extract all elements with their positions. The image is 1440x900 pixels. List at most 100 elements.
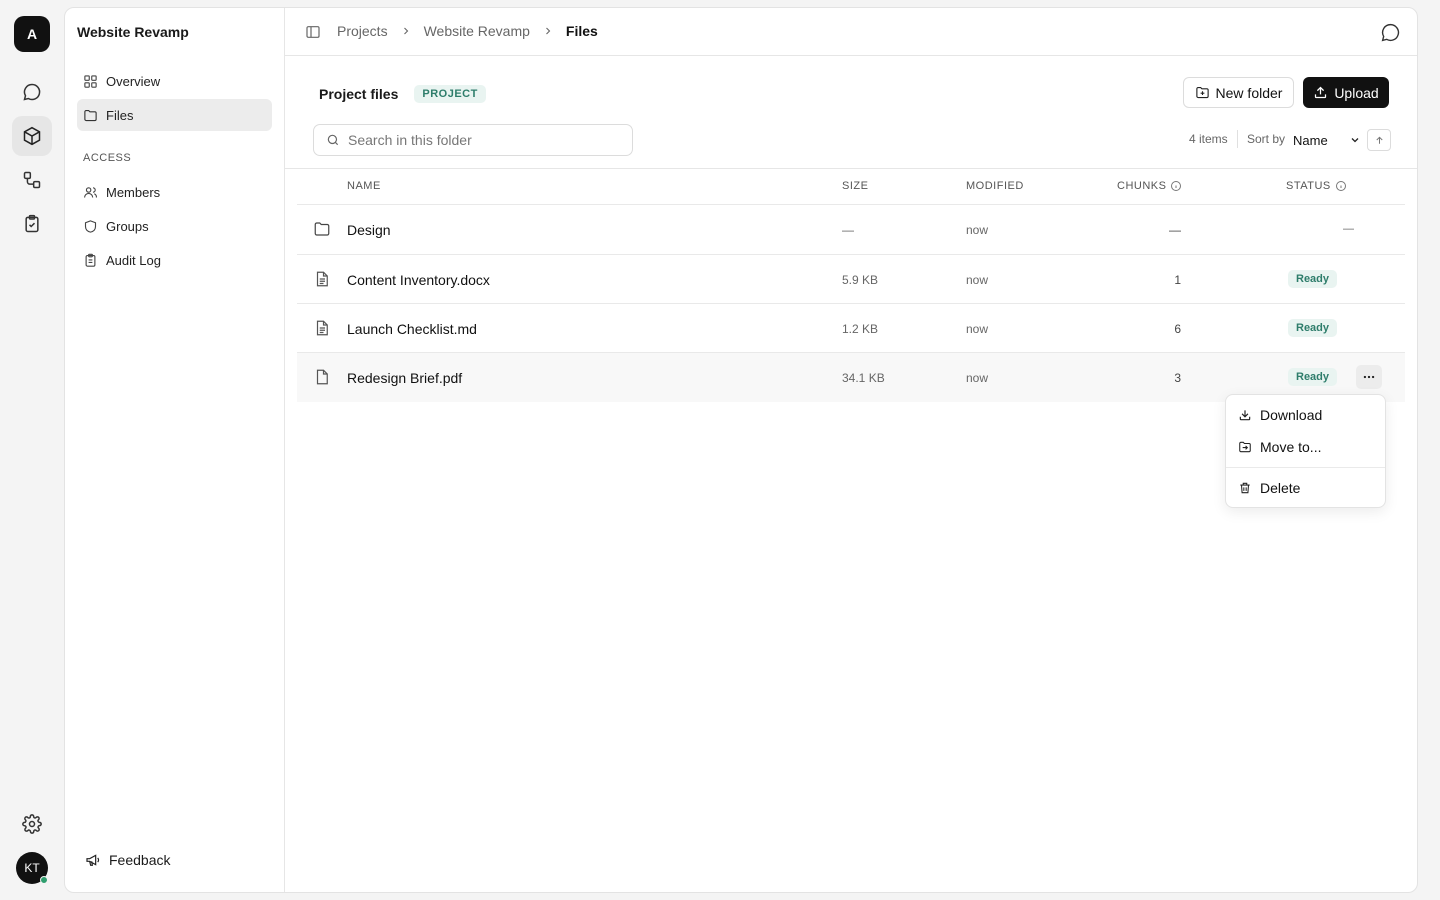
tasks-nav-button[interactable] — [12, 204, 52, 244]
status-badge: Ready — [1288, 368, 1338, 386]
search-field[interactable] — [313, 124, 633, 156]
table-row[interactable]: Design — now — — — [297, 205, 1405, 254]
upload-icon — [1315, 86, 1327, 99]
folder-icon — [84, 109, 97, 121]
shield-icon — [84, 219, 97, 233]
column-header-chunks[interactable]: CHUNKS — [1117, 180, 1182, 192]
clipboard-check-icon — [25, 214, 39, 233]
search-icon — [327, 134, 339, 146]
presence-indicator — [40, 876, 48, 884]
upload-button[interactable]: Upload — [1303, 77, 1389, 108]
app-rail: A KT — [0, 0, 64, 900]
settings-button[interactable] — [12, 804, 52, 844]
file-name[interactable]: Redesign Brief.pdf — [347, 370, 462, 386]
table-row[interactable]: Content Inventory.docx 5.9 KB now 1 Read… — [297, 255, 1405, 304]
chat-toggle-button[interactable] — [1380, 22, 1401, 48]
sidebar-item-files[interactable]: Files — [77, 99, 272, 131]
item-count: 4 items — [1189, 132, 1228, 146]
trash-icon — [1240, 482, 1250, 494]
file-size: 5.9 KB — [842, 273, 879, 287]
breadcrumb: Projects Website Revamp Files — [337, 23, 598, 39]
file-icon — [313, 368, 331, 391]
move-icon — [1239, 441, 1251, 453]
row-context-menu: Download Move to... Delete — [1225, 394, 1386, 508]
more-horizontal-icon — [1363, 375, 1375, 379]
sidebar-item-groups[interactable]: Groups — [77, 210, 272, 242]
chat-nav-button[interactable] — [12, 72, 52, 112]
sidebar-item-label: Files — [106, 107, 134, 123]
new-folder-label: New folder — [1215, 84, 1283, 101]
clipboard-icon — [85, 253, 96, 267]
file-size: 34.1 KB — [842, 371, 885, 385]
workflow-nav-button[interactable] — [12, 160, 52, 200]
file-chunks: 3 — [1174, 371, 1181, 385]
row-actions-button[interactable] — [1356, 365, 1382, 389]
new-folder-button[interactable]: New folder — [1183, 77, 1294, 108]
upload-label: Upload — [1334, 84, 1379, 101]
top-bar: Projects Website Revamp Files — [285, 8, 1417, 56]
file-modified: now — [966, 371, 989, 385]
chat-bubble-icon — [1381, 23, 1400, 42]
project-sidebar: Website Revamp Overview Files ACCESS Mem… — [65, 8, 285, 892]
divider — [1237, 130, 1238, 148]
info-icon — [1171, 181, 1182, 191]
file-modified: now — [966, 322, 989, 336]
column-header-size[interactable]: SIZE — [842, 180, 868, 192]
sidebar-item-members[interactable]: Members — [77, 176, 272, 208]
workspace-logo[interactable]: A — [14, 16, 50, 52]
project-title: Website Revamp — [77, 24, 189, 40]
feedback-button[interactable]: Feedback — [85, 852, 170, 868]
sidebar-section-access: ACCESS — [83, 152, 132, 164]
breadcrumb-website-revamp[interactable]: Website Revamp — [424, 23, 530, 39]
info-icon — [1335, 181, 1346, 191]
chevron-right-icon — [542, 25, 554, 37]
menu-item-download[interactable]: Download — [1230, 401, 1381, 429]
document-icon — [313, 270, 331, 293]
menu-item-delete[interactable]: Delete — [1230, 474, 1381, 502]
megaphone-icon — [86, 854, 100, 866]
sidebar-panel-icon — [306, 26, 320, 38]
menu-item-move[interactable]: Move to... — [1230, 433, 1381, 461]
menu-item-label: Download — [1260, 407, 1323, 423]
sidebar-item-overview[interactable]: Overview — [77, 65, 272, 97]
column-header-name[interactable]: NAME — [347, 180, 381, 192]
chevron-down-icon — [1351, 138, 1359, 143]
sidebar-item-audit-log[interactable]: Audit Log — [77, 244, 272, 276]
status-badge: Ready — [1288, 319, 1338, 337]
sort-direction-button[interactable] — [1367, 129, 1391, 151]
menu-item-label: Delete — [1260, 480, 1301, 496]
gear-icon — [22, 814, 42, 834]
column-header-modified[interactable]: MODIFIED — [966, 180, 1024, 192]
files-header: Project files PROJECT — [319, 85, 486, 103]
chat-icon — [23, 83, 41, 101]
file-chunks: 1 — [1174, 273, 1181, 287]
column-header-status[interactable]: STATUS — [1286, 180, 1347, 192]
file-size: 1.2 KB — [842, 322, 879, 336]
feedback-label: Feedback — [109, 852, 171, 868]
file-status: — — [1343, 223, 1354, 235]
file-modified: now — [966, 273, 989, 287]
sidebar-item-label: Overview — [106, 73, 161, 89]
user-avatar[interactable]: KT — [16, 852, 48, 884]
file-name[interactable]: Design — [347, 222, 391, 238]
table-header: NAME SIZE MODIFIED CHUNKS STATUS — [297, 180, 1405, 204]
projects-nav-button[interactable] — [12, 116, 52, 156]
file-name[interactable]: Content Inventory.docx — [347, 272, 490, 288]
search-input[interactable] — [348, 132, 608, 148]
folder-plus-icon — [1195, 86, 1209, 99]
sidebar-toggle-button[interactable] — [305, 24, 321, 45]
grid-icon — [84, 74, 97, 88]
arrow-up-icon — [1375, 136, 1383, 144]
table-row[interactable]: Launch Checklist.md 1.2 KB now 6 Ready — [297, 304, 1405, 353]
sort-select[interactable]: Name — [1293, 129, 1361, 151]
breadcrumb-files: Files — [565, 23, 598, 39]
breadcrumb-projects[interactable]: Projects — [337, 23, 388, 39]
chevron-right-icon — [400, 25, 412, 37]
scope-badge: PROJECT — [414, 85, 486, 103]
menu-item-label: Move to... — [1260, 439, 1322, 455]
file-modified: now — [966, 223, 989, 237]
sidebar-item-label: Audit Log — [106, 252, 161, 268]
file-name[interactable]: Launch Checklist.md — [347, 321, 477, 337]
sort-value: Name — [1293, 132, 1328, 148]
sort-label: Sort by — [1247, 132, 1286, 146]
